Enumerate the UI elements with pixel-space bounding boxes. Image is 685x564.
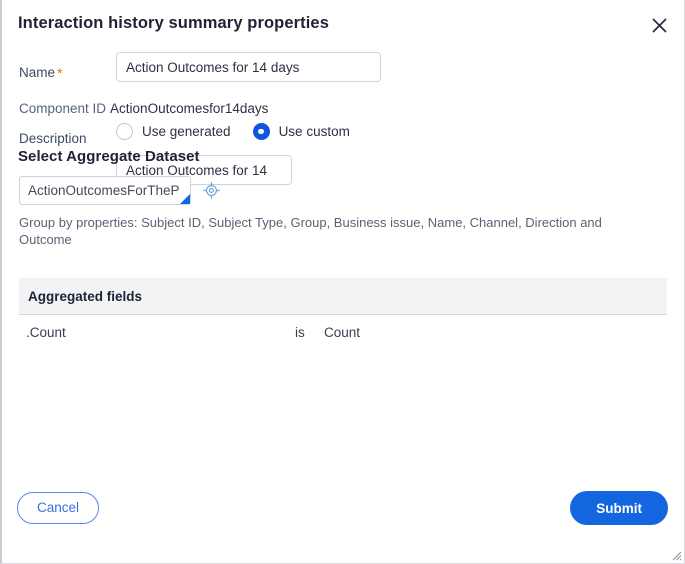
radio-mark-selected-icon xyxy=(252,123,270,140)
table-header-row: Aggregated fields xyxy=(19,278,667,315)
window-resize-grip-icon[interactable] xyxy=(669,548,682,561)
dialog-header: Interaction history summary properties xyxy=(2,0,684,52)
table-header-aggregated-fields: Aggregated fields xyxy=(28,288,143,304)
radio-use-custom-label: Use custom xyxy=(278,124,350,139)
component-id-value: ActionOutcomesfor14days xyxy=(110,101,269,116)
description-mode-radio-group: Use generated Use custom xyxy=(116,123,350,140)
name-input[interactable] xyxy=(116,52,381,82)
radio-use-generated-label: Use generated xyxy=(142,124,231,139)
submit-button[interactable]: Submit xyxy=(570,491,668,525)
dataset-input[interactable] xyxy=(19,176,191,205)
description-row: Description xyxy=(19,126,87,150)
section-title-select-aggregate-dataset: Select Aggregate Dataset xyxy=(18,148,200,165)
table-cell-value: Count xyxy=(324,324,361,340)
name-row: Name * xyxy=(19,65,62,80)
required-marker: * xyxy=(57,64,63,81)
radio-use-custom[interactable]: Use custom xyxy=(252,123,350,140)
component-id-row: Component ID ActionOutcomesfor14days xyxy=(19,101,268,116)
component-id-label: Component ID xyxy=(19,101,107,116)
cancel-button[interactable]: Cancel xyxy=(17,492,100,524)
dataset-input-wrap xyxy=(19,176,191,205)
table-cell-operator: is xyxy=(295,324,305,340)
table-cell-field: .Count xyxy=(26,324,66,340)
table-row: .Count is Count xyxy=(19,315,667,349)
group-by-properties-text: Group by properties: Subject ID, Subject… xyxy=(19,215,602,247)
description-label: Description xyxy=(19,130,87,146)
radio-mark-icon xyxy=(116,123,133,140)
dialog-footer: Cancel Submit xyxy=(2,484,684,536)
dataset-row xyxy=(19,176,220,205)
crosshair-target-icon[interactable] xyxy=(202,182,220,200)
close-icon[interactable] xyxy=(644,10,674,40)
name-label: Name xyxy=(19,65,56,80)
properties-dialog: Interaction history summary properties N… xyxy=(0,0,685,564)
aggregated-fields-table: Aggregated fields .Count is Count xyxy=(19,278,667,349)
radio-use-generated[interactable]: Use generated xyxy=(116,123,231,140)
dialog-title: Interaction history summary properties xyxy=(18,14,329,32)
